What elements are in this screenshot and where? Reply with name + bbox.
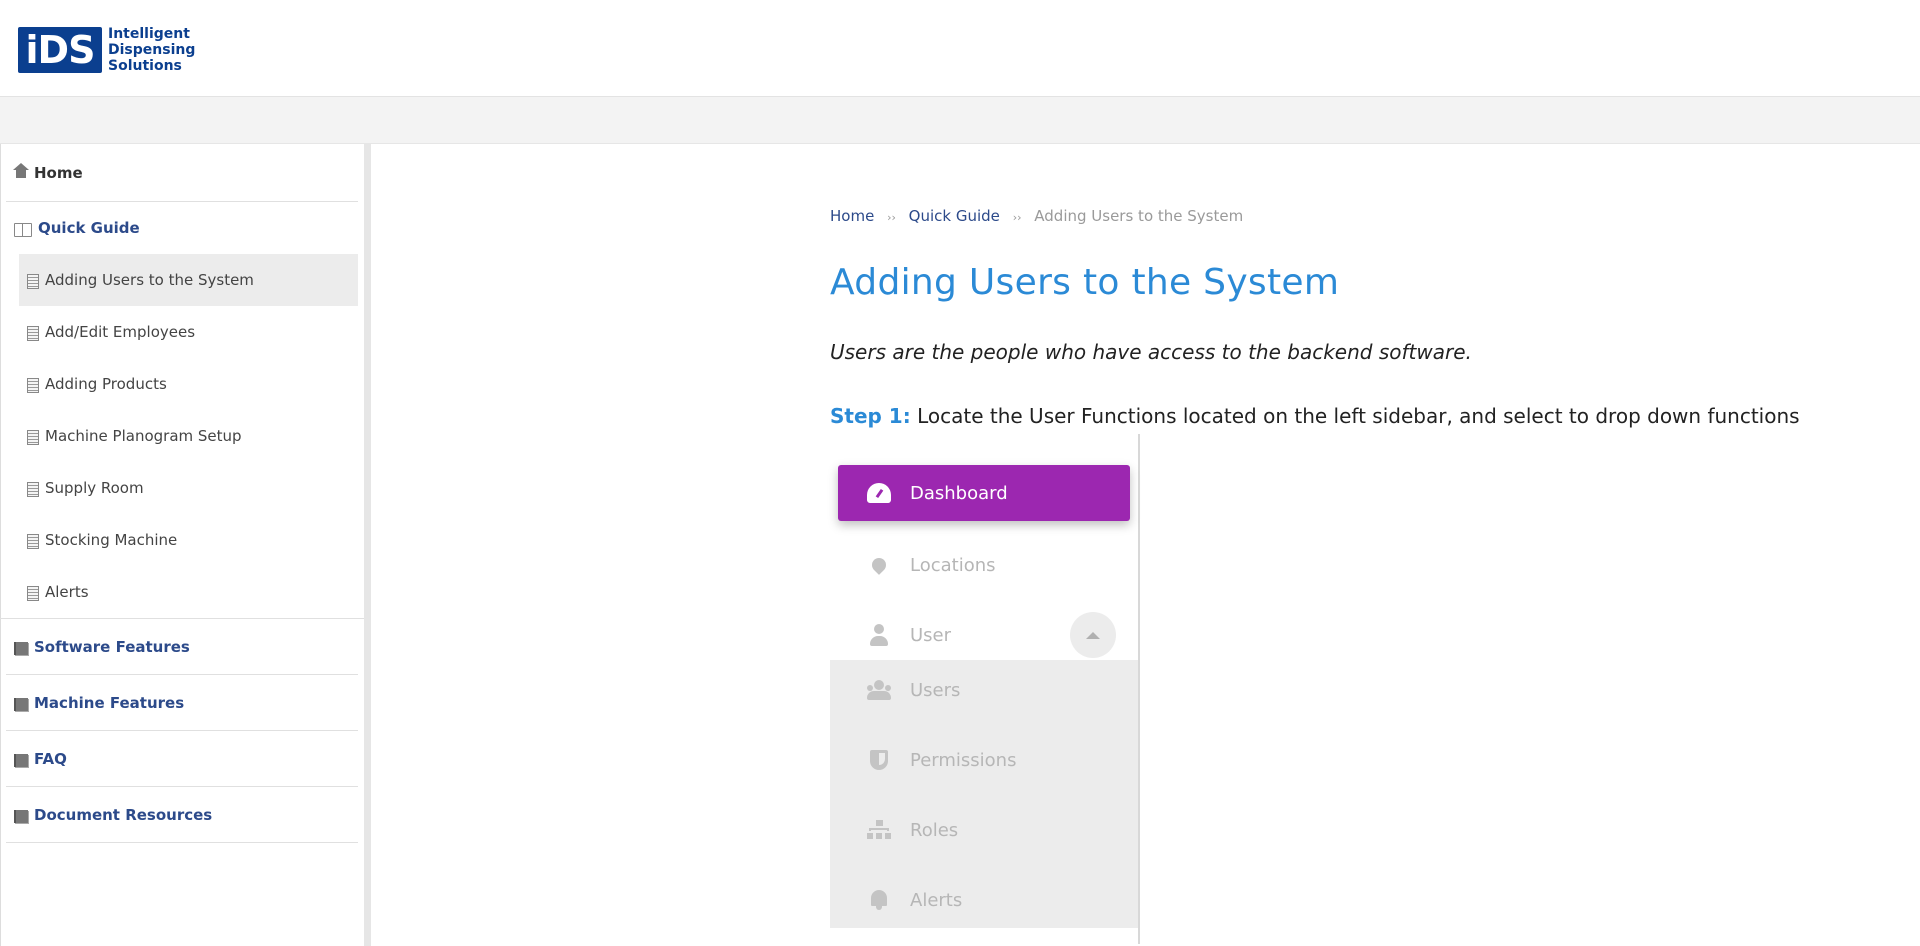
sidebar-subitem-alerts[interactable]: Alerts — [19, 566, 358, 618]
logo-line: Dispensing — [108, 42, 196, 58]
sidebar-subitem-label: Adding Users to the System — [45, 271, 254, 289]
sidebar-subitem-label: Add/Edit Employees — [45, 323, 196, 341]
sidebar-item-label: FAQ — [34, 749, 67, 768]
shield-icon — [870, 750, 888, 770]
step-text: Locate the User Functions located on the… — [910, 404, 1800, 428]
bell-icon — [869, 890, 889, 910]
figure-menu-label: Dashboard — [910, 482, 1008, 504]
sidebar-subitem-label: Machine Planogram Setup — [45, 427, 242, 445]
book-icon — [14, 809, 28, 823]
figure-menu-locations: Locations — [838, 537, 1130, 593]
page-title: Adding Users to the System — [830, 262, 1340, 303]
sidebar-item-label: Document Resources — [34, 805, 213, 824]
page-icon — [27, 378, 39, 393]
users-icon — [866, 680, 892, 700]
sidebar-subitem-label: Supply Room — [45, 479, 144, 497]
book-icon — [14, 753, 28, 767]
sidebar-item-home[interactable]: Home — [6, 144, 358, 202]
user-icon — [870, 624, 888, 646]
page-icon — [27, 534, 39, 549]
sidebar-subitem-adding-users[interactable]: Adding Users to the System — [19, 254, 358, 306]
sidebar-nav: Home Quick Guide Adding Users to the Sys… — [0, 144, 371, 946]
sidebar-item-faq[interactable]: FAQ — [6, 731, 358, 787]
breadcrumb-separator: ›› — [1012, 211, 1022, 224]
breadcrumb-separator: ›› — [887, 211, 896, 224]
sidebar-item-software-features[interactable]: Software Features — [6, 619, 358, 675]
step-1: Step 1: Locate the User Functions locate… — [830, 404, 1800, 428]
main-content: Home ›› Quick Guide ›› Adding Users to t… — [370, 144, 1920, 946]
home-icon — [13, 162, 29, 181]
page-icon — [27, 274, 39, 289]
sidebar-item-machine-features[interactable]: Machine Features — [6, 675, 358, 731]
sidebar-subitem-label: Stocking Machine — [45, 531, 178, 549]
sidebar-item-label: Machine Features — [34, 693, 185, 712]
sidebar-subitem-supply-room[interactable]: Supply Room — [19, 462, 358, 514]
figure-submenu-label: Permissions — [910, 749, 1017, 771]
sidebar-subitem-label: Alerts — [45, 583, 89, 601]
sidebar-subitem-label: Adding Products — [45, 375, 167, 393]
figure-submenu-label: Roles — [910, 819, 959, 841]
breadcrumb: Home ›› Quick Guide ›› Adding Users to t… — [830, 207, 1243, 225]
figure-submenu-permissions: Permissions — [830, 732, 1122, 788]
page-icon — [27, 430, 39, 445]
sitemap-icon — [867, 820, 891, 840]
figure-submenu-roles: Roles — [830, 802, 1122, 858]
logo-line: Intelligent — [108, 26, 190, 42]
figure-menu-label: Locations — [910, 554, 996, 576]
figure-submenu-label: Users — [910, 679, 961, 701]
sidebar-item-label: Software Features — [34, 637, 190, 656]
book-icon — [14, 641, 28, 655]
caret-up-icon — [1086, 631, 1100, 639]
sidebar-subitem-adding-products[interactable]: Adding Products — [19, 358, 358, 410]
figure-submenu-alerts: Alerts — [830, 872, 1122, 928]
sidebar-item-label: Quick Guide — [38, 219, 140, 237]
logo-mark: iDS — [18, 27, 102, 73]
book-open-icon — [14, 222, 32, 237]
logo-line: Solutions — [108, 58, 182, 74]
article-lead: Users are the people who have access to … — [830, 340, 1472, 364]
figure-menu-dashboard: Dashboard — [838, 465, 1130, 521]
collapse-button — [1070, 612, 1116, 658]
figure-submenu-label: Alerts — [910, 889, 963, 911]
page-icon — [27, 482, 39, 497]
sidebar-item-document-resources[interactable]: Document Resources — [6, 787, 358, 843]
page-icon — [27, 586, 39, 601]
book-icon — [14, 697, 28, 711]
sidebar-subitem-add-edit-employees[interactable]: Add/Edit Employees — [19, 306, 358, 358]
sidebar-subitem-stocking-machine[interactable]: Stocking Machine — [19, 514, 358, 566]
step-label: Step 1: — [830, 404, 911, 428]
sidebar-subitem-machine-planogram[interactable]: Machine Planogram Setup — [19, 410, 358, 462]
screenshot-figure: Dashboard Locations User Users Permissio… — [830, 434, 1140, 944]
sub-header-bar — [0, 97, 1920, 144]
figure-submenu-users: Users — [830, 662, 1122, 718]
sidebar-item-quick-guide[interactable]: Quick Guide — [6, 202, 358, 254]
sidebar-item-label: Home — [34, 163, 83, 182]
ids-logo[interactable]: iDS Intelligent Dispensing Solutions — [18, 24, 195, 76]
map-pin-icon — [869, 555, 889, 575]
logo-text: Intelligent Dispensing Solutions — [108, 26, 195, 74]
breadcrumb-home-link[interactable]: Home — [830, 207, 874, 225]
figure-submenu: Users Permissions Roles Alerts — [830, 660, 1138, 928]
quick-guide-group: Quick Guide Adding Users to the System A… — [0, 202, 364, 619]
breadcrumb-quick-guide-link[interactable]: Quick Guide — [909, 207, 1000, 225]
dashboard-gauge-icon — [867, 483, 891, 503]
breadcrumb-current: Adding Users to the System — [1034, 207, 1244, 225]
site-header: iDS Intelligent Dispensing Solutions — [0, 0, 1920, 97]
figure-menu-label: User — [910, 624, 952, 646]
page-icon — [27, 326, 39, 341]
